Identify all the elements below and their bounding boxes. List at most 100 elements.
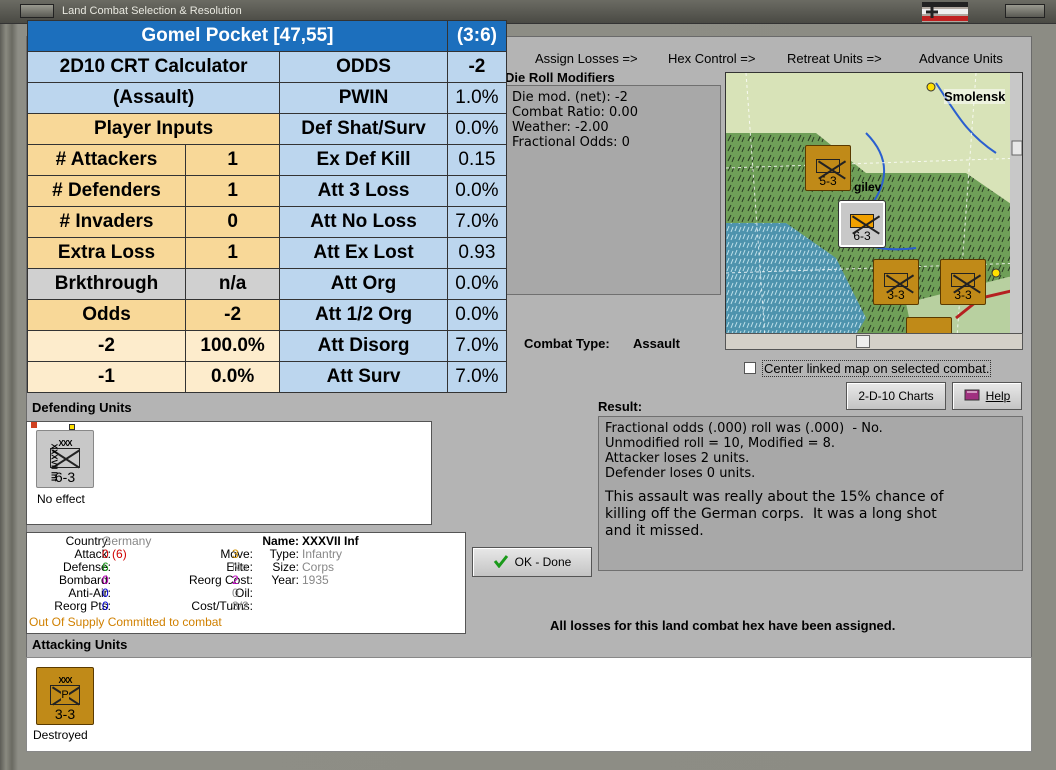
result-line: Fractional odds (.000) roll was (.000) -…	[605, 421, 883, 436]
crt-right-label: PWIN	[279, 82, 448, 114]
ok-done-button[interactable]: OK - Done	[472, 547, 592, 577]
unit-type-letter: P	[61, 688, 69, 701]
attacking-status: Destroyed	[33, 728, 88, 742]
attacking-units-box: XXX P 3-3 Destroyed	[26, 657, 1032, 752]
crt-right-label: ODDS	[279, 51, 448, 83]
help-button[interactable]: Help	[952, 382, 1022, 410]
modifier-line: Fractional Odds: 0	[512, 135, 630, 150]
modifiers-title: Die Roll Modifiers	[505, 70, 615, 85]
crt-right-value: 0.93	[446, 237, 508, 269]
map-hscrollbar[interactable]	[725, 333, 1023, 350]
charts-button[interactable]: 2-D-10 Charts	[846, 382, 946, 410]
crt-mode-label: (Assault)	[26, 82, 281, 114]
attacking-title: Attacking Units	[32, 637, 128, 652]
crt-input-label: Odds	[27, 299, 186, 331]
unit-marker-icon	[31, 422, 37, 428]
step-advance-units[interactable]: Advance Units	[919, 51, 1003, 66]
reorg-value: 0	[102, 599, 109, 613]
map-city-label: Smolensk	[944, 89, 1006, 104]
map-unit-counter[interactable]: 3-3	[940, 259, 986, 305]
modifier-line: Weather: -2.00	[512, 120, 609, 135]
crt-input-value[interactable]: -2	[184, 299, 281, 331]
help-label: Help	[985, 389, 1011, 403]
crt-right-label: Att 1/2 Org	[279, 299, 448, 331]
result-line: Attacker loses 2 units.	[605, 451, 750, 466]
crt-input-label: # Attackers	[27, 144, 186, 176]
modifier-line: Combat Ratio: 0.00	[512, 105, 638, 120]
crt-right-label: Att Surv	[279, 361, 448, 393]
defending-title: Defending Units	[32, 400, 132, 415]
crt-turn: (3:6)	[446, 20, 508, 52]
unit-strength: 3-3	[54, 706, 76, 722]
result-comment: This assault was really about the 15% ch…	[605, 489, 944, 539]
crt-input-value[interactable]: 0	[184, 206, 281, 238]
crt-odds-row-label: -2	[27, 330, 186, 362]
combat-type-label: Combat Type:	[524, 336, 610, 351]
defending-units-box: XXX 6-3 XXXVII Inf No effect	[26, 421, 432, 525]
crt-right-value: 7.0%	[446, 361, 508, 393]
crt-right-label: Def Shat/Surv	[279, 113, 448, 145]
crt-input-value[interactable]: 1	[184, 237, 281, 269]
crt-right-label: Ex Def Kill	[279, 144, 448, 176]
minimize-button[interactable]	[20, 4, 54, 18]
crt-odds-row-label: -1	[27, 361, 186, 393]
crt-odds-row-value: 100.0%	[184, 330, 281, 362]
crt-right-value: 0.0%	[446, 113, 508, 145]
crt-odds-row-value: 0.0%	[184, 361, 281, 393]
defending-status: No effect	[37, 492, 85, 506]
step-hex-control[interactable]: Hex Control =>	[668, 51, 755, 66]
attack-base-value: (6)	[112, 547, 127, 561]
map-unit-counter[interactable]: 5-3	[805, 145, 851, 191]
map-selected-unit[interactable]: 6-3	[838, 200, 886, 248]
modifier-line: Die mod. (net): -2	[512, 90, 628, 105]
bombard-value: 0	[102, 573, 109, 587]
defense-value: 6	[102, 560, 109, 574]
unit-size-label: XXX	[58, 439, 72, 448]
crt-calc-label: 2D10 CRT Calculator	[26, 51, 281, 83]
crt-right-value: -2	[446, 51, 508, 83]
mini-map[interactable]: Smolensk gilev 5-3 6-3 3-3 3-3	[725, 72, 1023, 350]
crt-title: Gomel Pocket [47,55]	[27, 20, 448, 52]
crt-calculator-table: Gomel Pocket [47,55] (3:6) 2D10 CRT Calc…	[26, 20, 508, 393]
crt-right-label: Att Ex Lost	[279, 237, 448, 269]
defending-unit-counter[interactable]: XXX 6-3 XXXVII Inf	[36, 430, 94, 488]
attacking-unit-counter[interactable]: XXX P 3-3	[36, 667, 94, 725]
charts-label: 2-D-10 Charts	[858, 389, 934, 403]
crt-right-label: Att 3 Loss	[279, 175, 448, 207]
map-hscroll-thumb[interactable]	[856, 335, 870, 348]
center-map-label[interactable]: Center linked map on selected combat.	[762, 360, 992, 377]
crt-right-value: 1.0%	[446, 82, 508, 114]
crt-right-label: Att No Loss	[279, 206, 448, 238]
combat-type-value: Assault	[633, 336, 680, 351]
supply-status: Out Of Supply	[29, 615, 105, 629]
crt-right-value: 7.0%	[446, 330, 508, 362]
reorg-label: Reorg Pts:	[54, 599, 111, 613]
center-map-checkbox[interactable]	[744, 362, 756, 374]
step-retreat-units[interactable]: Retreat Units =>	[787, 51, 882, 66]
crt-input-label: # Invaders	[27, 206, 186, 238]
crt-input-value: n/a	[184, 268, 281, 300]
help-book-icon	[964, 388, 980, 405]
unit-marker-icon	[69, 424, 75, 430]
crt-inputs-label: Player Inputs	[26, 113, 281, 145]
unit-name-vertical: XXXVII Inf	[49, 443, 59, 482]
checkmark-icon	[493, 554, 509, 571]
close-button[interactable]	[1005, 4, 1045, 18]
crt-input-value[interactable]: 1	[184, 144, 281, 176]
crt-input-value[interactable]: 1	[184, 175, 281, 207]
crt-right-label: Att Org	[279, 268, 448, 300]
step-assign-losses[interactable]: Assign Losses =>	[535, 51, 638, 66]
crt-input-label: Extra Loss	[27, 237, 186, 269]
year-label: Year:	[271, 573, 299, 587]
crt-right-value: 0.15	[446, 144, 508, 176]
armor-symbol-icon: P	[50, 685, 80, 705]
footer-message: All losses for this land combat hex have…	[550, 618, 896, 633]
ok-label: OK - Done	[514, 555, 572, 569]
antiair-value: 0	[102, 586, 109, 600]
modifiers-box: Die mod. (net): -2 Combat Ratio: 0.00 We…	[505, 85, 721, 295]
attack-value: 0	[102, 547, 109, 561]
cost-value: 3/2	[232, 599, 249, 613]
map-unit-counter[interactable]: 3-3	[873, 259, 919, 305]
unit-size-label: XXX	[58, 676, 72, 685]
flag-icon	[922, 2, 968, 22]
